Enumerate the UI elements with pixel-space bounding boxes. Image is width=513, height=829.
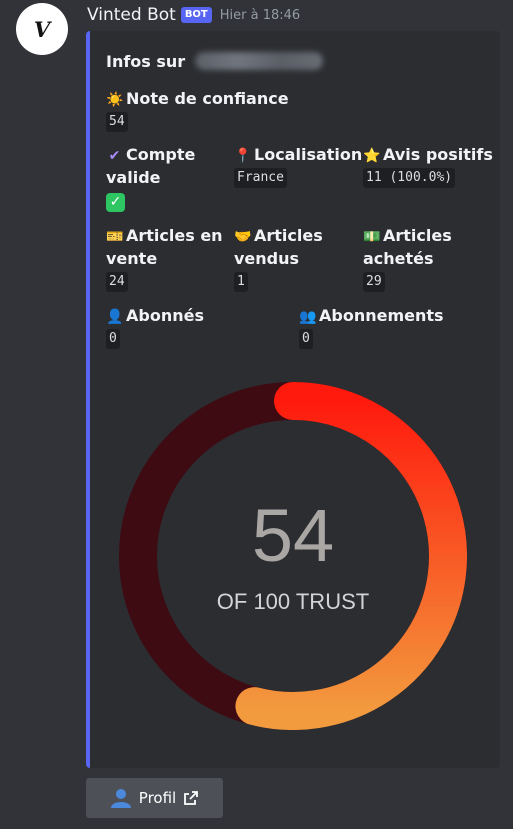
sun-icon: ☀️ xyxy=(106,92,124,108)
heavy-check-mark-icon: ✔ xyxy=(108,148,121,164)
field-name-line2: valide xyxy=(106,168,161,187)
field-articles-achetes: 💵 Articles achetés 29 xyxy=(363,224,452,292)
field-name: ✔ Compte xyxy=(106,143,196,166)
field-value: 54 xyxy=(106,112,128,132)
dollar-banknote-icon: 💵 xyxy=(363,229,381,245)
field-value: 11 (100.0%) xyxy=(363,168,456,188)
embed-title: Infos sur xyxy=(106,52,323,71)
blurred-username xyxy=(194,52,323,70)
field-name: 🤝 Articles xyxy=(234,226,323,245)
bot-badge: BOT xyxy=(180,7,212,23)
external-link-icon xyxy=(184,791,199,805)
field-name: 👥 Abonnements xyxy=(299,306,444,325)
profil-button-label: Profil xyxy=(138,789,177,807)
handshake-icon: 🤝 xyxy=(234,229,252,245)
field-abonnements: 👥 Abonnements 0 xyxy=(299,304,444,349)
field-compte-valide: ✔ Compte valide ✓ xyxy=(106,143,195,212)
round-pushpin-icon: 📍 xyxy=(234,148,252,164)
field-localisation: 📍 Localisation France xyxy=(234,143,362,188)
field-name: 👤 Abonnés xyxy=(106,306,204,325)
field-name: 💵 Articles xyxy=(363,226,452,245)
field-name: 🎫 Articles en xyxy=(106,226,223,245)
field-name-line2: achetés xyxy=(363,249,434,268)
field-name: ☀️ Note de confiance xyxy=(106,89,289,108)
field-name: ⭐ Avis positifs xyxy=(363,145,493,164)
field-value: France xyxy=(234,168,287,188)
busts-in-silhouette-icon: 👥 xyxy=(299,309,317,325)
field-name-line2: vente xyxy=(106,249,158,268)
white-check-mark-icon: ✓ xyxy=(106,193,125,212)
username[interactable]: Vinted Bot xyxy=(87,5,176,25)
field-name: 📍 Localisation xyxy=(234,145,363,164)
field-value: 1 xyxy=(234,272,248,292)
field-abonnes: 👤 Abonnés 0 xyxy=(106,304,204,349)
field-articles-vendus: 🤝 Articles vendus 1 xyxy=(234,224,323,292)
field-articles-en-vente: 🎫 Articles en vente 24 xyxy=(106,224,223,292)
star-icon: ⭐ xyxy=(363,148,381,164)
bust-in-silhouette-icon: 👤 xyxy=(106,309,124,325)
bot-avatar[interactable]: V xyxy=(16,3,68,55)
profil-button[interactable]: Profil xyxy=(86,778,223,818)
field-value: 24 xyxy=(106,272,128,292)
gauge-caption: OF 100 TRUST xyxy=(216,589,370,614)
gauge-score: 54 xyxy=(251,494,335,577)
field-name-line2: vendus xyxy=(234,249,300,268)
bust-in-silhouette-icon xyxy=(110,789,131,808)
field-value: 0 xyxy=(299,329,313,349)
embed-title-text: Infos sur xyxy=(106,52,186,71)
field-avis-positifs: ⭐ Avis positifs 11 (100.0%) xyxy=(363,143,493,188)
field-value: 0 xyxy=(106,329,120,349)
message-timestamp: Hier à 18:46 xyxy=(219,7,301,23)
message-header: Vinted Bot BOT Hier à 18:46 xyxy=(87,3,300,27)
field-value: 29 xyxy=(363,272,385,292)
field-note-de-confiance: ☀️ Note de confiance 54 xyxy=(106,87,289,132)
avatar-letter: V xyxy=(33,16,51,42)
ticket-icon: 🎫 xyxy=(106,229,124,245)
